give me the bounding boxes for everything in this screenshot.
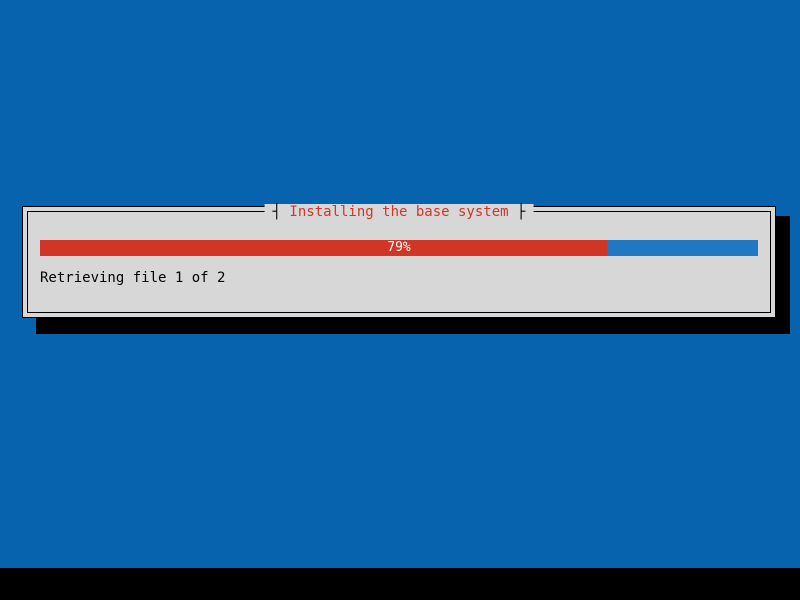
installer-dialog: ┤ Installing the base system ├ 79% Retri… <box>22 206 776 318</box>
bottom-bar <box>0 568 800 600</box>
status-text: Retrieving file 1 of 2 <box>40 270 225 286</box>
progress-percent-label: 79% <box>40 240 758 256</box>
dialog-title: ┤ Installing the base system ├ <box>265 204 534 220</box>
progress-bar: 79% <box>40 240 758 256</box>
dialog-frame: ┤ Installing the base system ├ 79% Retri… <box>27 211 771 313</box>
